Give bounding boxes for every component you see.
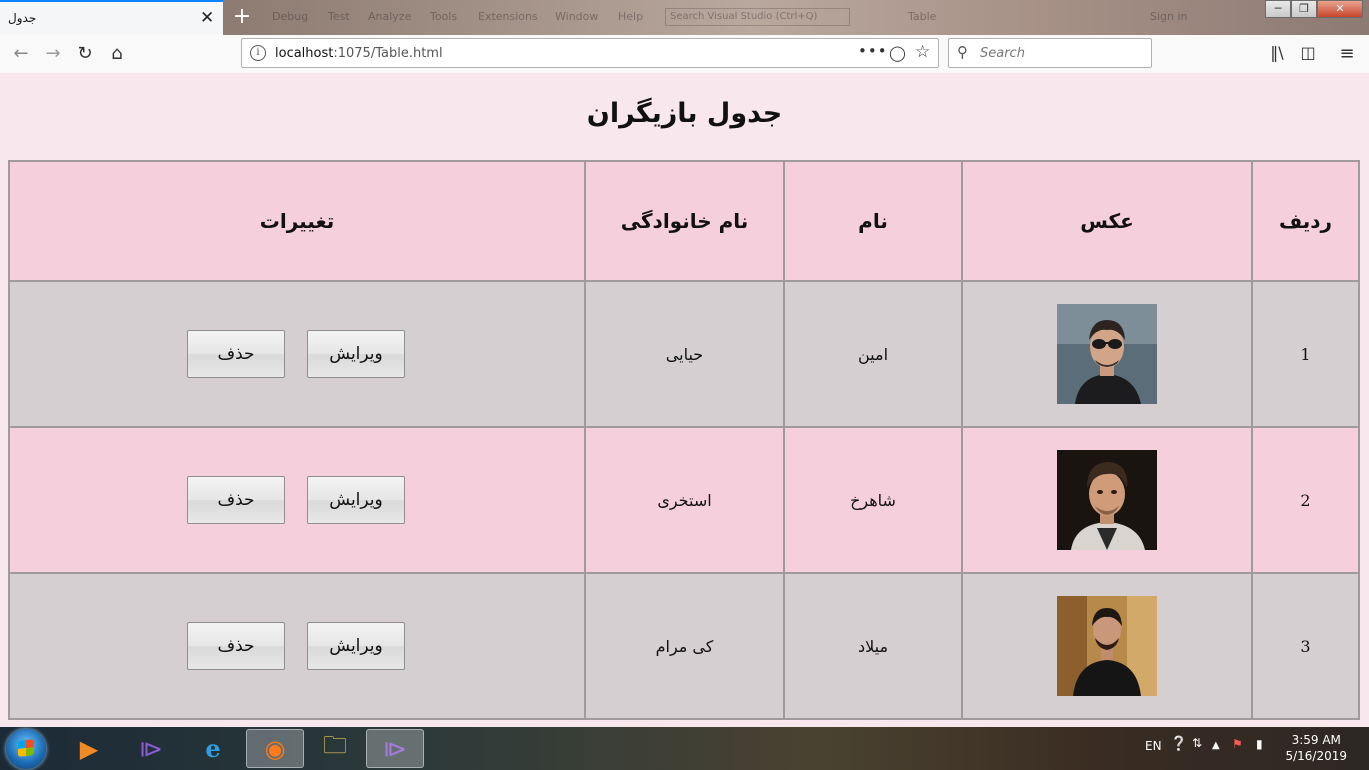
taskbar: ▶ ⧐ e ◉ 🗀 ⧐ EN ❔ ⇅ ▲ ⚑ ▮ 3:59 AM 5/16/20… (0, 727, 1369, 770)
actions-cell: ویرایش حذف (8, 426, 586, 574)
signal-icon[interactable]: ▮ (1256, 737, 1263, 751)
tab-active[interactable]: جدول ✕ (0, 0, 223, 35)
restore-icon[interactable]: ❐ (1291, 0, 1317, 18)
table-row: 2 شاهرخ استخری ویرایش حذف (8, 426, 1360, 574)
firefox-icon: ◉ (264, 734, 286, 763)
language-indicator[interactable]: EN (1145, 739, 1162, 753)
last-name-cell: استخری (584, 426, 785, 574)
search-bar[interactable]: ⚲ Search (948, 38, 1152, 68)
page-content: جدول بازیگران ردیف عکس نام نام خانوادگی … (0, 73, 1369, 727)
taskbar-app-active[interactable]: ⧐ (366, 729, 424, 768)
clock[interactable]: 3:59 AM 5/16/2019 (1285, 732, 1347, 764)
photo-cell (961, 280, 1253, 428)
help-icon[interactable]: ❔ (1170, 736, 1187, 752)
taskbar-app[interactable]: e (184, 729, 242, 768)
last-name-cell: حیایی (584, 280, 785, 428)
edit-button[interactable]: ویرایش (307, 622, 405, 670)
photo-cell (961, 426, 1253, 574)
first-name-cell: امین (783, 280, 963, 428)
background-menu-item: Help (618, 10, 644, 23)
background-title: Table (908, 10, 937, 23)
forward-arrow-icon[interactable]: → (42, 43, 64, 64)
edit-button[interactable]: ویرایش (307, 330, 405, 378)
row-number: 2 (1251, 426, 1360, 574)
library-icon[interactable]: ‖\ (1266, 43, 1288, 62)
clock-time: 3:59 AM (1291, 733, 1341, 747)
url-text[interactable]: localhost:1075/Table.html (275, 46, 443, 61)
home-icon[interactable]: ⌂ (106, 43, 128, 64)
taskbar-app[interactable]: ▶ (60, 729, 118, 768)
internet-explorer-icon: e (205, 734, 221, 763)
search-input[interactable]: Search (980, 46, 1025, 61)
url-path: :1075/Table.html (333, 46, 443, 61)
actions-cell: ویرایش حذف (8, 572, 586, 720)
url-host: localhost (275, 46, 334, 61)
taskbar-app[interactable]: ⧐ (122, 729, 180, 768)
new-tab-button[interactable]: + (232, 4, 252, 29)
info-icon[interactable]: i (250, 45, 266, 61)
sidebar-icon[interactable]: ◫ (1297, 43, 1319, 62)
header-last-name: نام خانوادگی (584, 160, 785, 282)
back-arrow-icon[interactable]: ← (10, 43, 32, 64)
header-row-number: ردیف (1251, 160, 1360, 282)
background-menu-item: Tools (430, 10, 458, 23)
clock-date: 5/16/2019 (1285, 749, 1347, 763)
actors-table: ردیف عکس نام نام خانوادگی تغییرات 1 امین… (8, 160, 1360, 720)
taskbar-app-active[interactable]: ◉ (246, 729, 304, 768)
tab-strip: Debug Test Analyze Tools Extensions Wind… (0, 0, 1369, 35)
delete-button[interactable]: حذف (187, 330, 285, 378)
visual-studio-icon: ⧐ (383, 734, 407, 763)
background-menu-item: Window (555, 10, 599, 23)
window-controls: ─ ❐ ✕ (1265, 0, 1363, 19)
action-center-icon[interactable]: ⚑ (1232, 737, 1243, 751)
network-flag-icon[interactable]: ⇅ (1192, 736, 1202, 750)
row-number: 3 (1251, 572, 1360, 720)
photo-cell (961, 572, 1253, 720)
actor-photo (1057, 596, 1157, 696)
last-name-cell: کی مرام (584, 572, 785, 720)
background-menu-item: Extensions (478, 10, 538, 23)
more-actions-icon[interactable]: ••• (858, 42, 888, 60)
actor-photo (1057, 450, 1157, 550)
search-icon: ⚲ (957, 43, 968, 61)
background-signin: Sign in (1150, 10, 1188, 23)
row-number: 1 (1251, 280, 1360, 428)
show-hidden-icons[interactable]: ▲ (1212, 740, 1220, 751)
tab-title: جدول (8, 11, 37, 25)
pocket-icon[interactable]: ◯ (889, 44, 906, 62)
table-header-row: ردیف عکس نام نام خانوادگی تغییرات (8, 160, 1360, 282)
taskbar-app[interactable]: 🗀 (306, 729, 364, 768)
close-tab-icon[interactable]: ✕ (200, 8, 214, 28)
hamburger-menu-icon[interactable]: ≡ (1336, 43, 1358, 64)
visual-studio-purple-icon: ⧐ (139, 734, 163, 763)
close-window-icon[interactable]: ✕ (1317, 0, 1363, 18)
table-row: 1 امین حیایی ویرایش حذف (8, 280, 1360, 428)
page-title: جدول بازیگران (586, 98, 783, 129)
minimize-icon[interactable]: ─ (1265, 0, 1291, 18)
delete-button[interactable]: حذف (187, 622, 285, 670)
actions-cell: ویرایش حذف (8, 280, 586, 428)
media-player-icon: ▶ (79, 734, 99, 763)
header-first-name: نام (783, 160, 963, 282)
background-search: Search Visual Studio (Ctrl+Q) (665, 8, 850, 26)
background-menu-item: Test (328, 10, 350, 23)
start-button[interactable] (6, 729, 46, 769)
header-photo: عکس (961, 160, 1253, 282)
navigation-toolbar: ← → ↻ ⌂ i localhost:1075/Table.html ••• … (0, 35, 1369, 74)
first-name-cell: میلاد (783, 572, 963, 720)
header-changes: تغییرات (8, 160, 586, 282)
url-bar[interactable]: i localhost:1075/Table.html ••• ◯ ☆ (241, 38, 939, 68)
actor-photo (1057, 304, 1157, 404)
delete-button[interactable]: حذف (187, 476, 285, 524)
bookmark-star-icon[interactable]: ☆ (915, 42, 930, 62)
background-menu-item: Debug (272, 10, 309, 23)
edit-button[interactable]: ویرایش (307, 476, 405, 524)
file-explorer-icon: 🗀 (323, 731, 347, 759)
table-row: 3 میلاد کی مرام ویرایش حذف (8, 572, 1360, 720)
windows-logo-icon (18, 739, 34, 757)
first-name-cell: شاهرخ (783, 426, 963, 574)
reload-icon[interactable]: ↻ (74, 43, 96, 64)
background-menu-item: Analyze (368, 10, 412, 23)
